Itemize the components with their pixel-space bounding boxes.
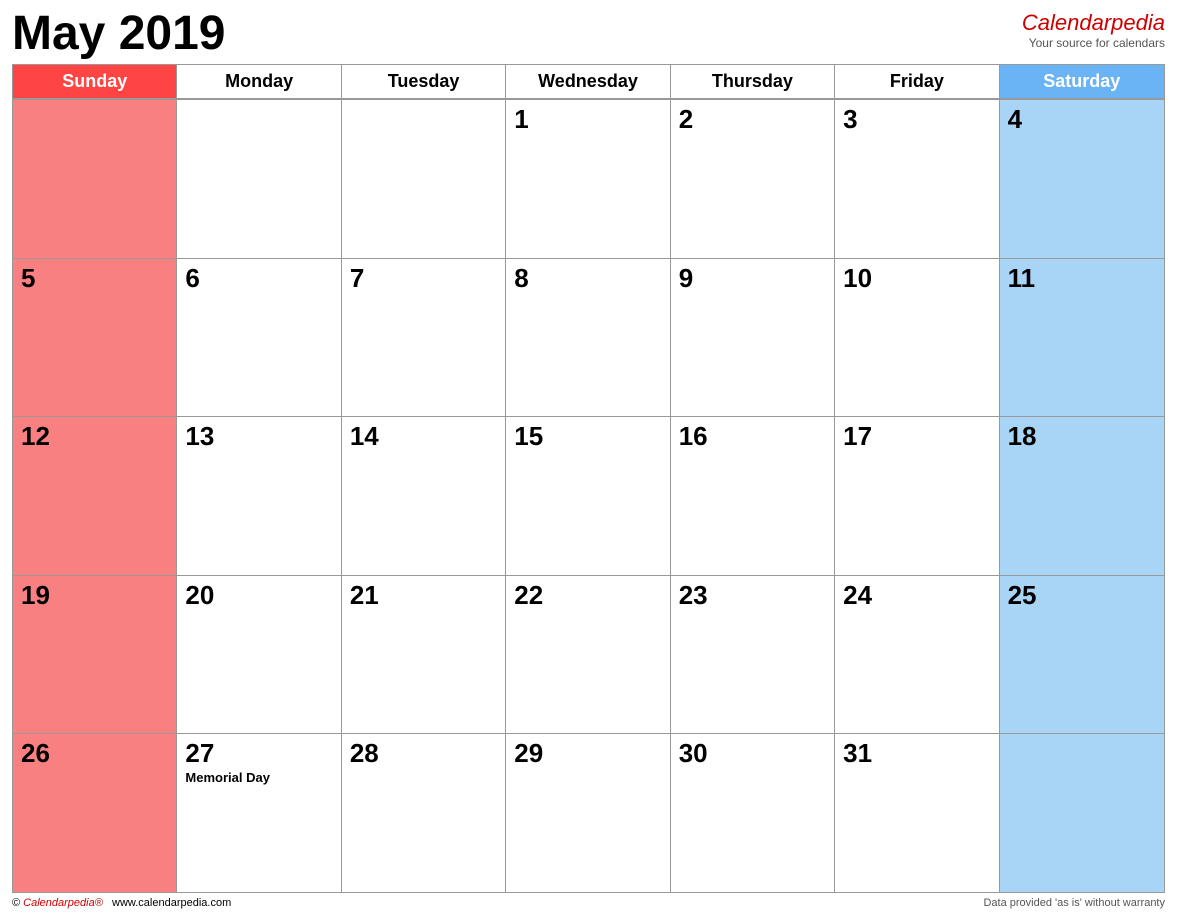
header-wednesday: Wednesday — [506, 65, 670, 98]
brand-name: Calendarpedia — [1022, 10, 1165, 36]
day-cell-2-2[interactable]: 6 — [177, 259, 341, 417]
day-number: 17 — [843, 423, 990, 449]
day-number: 23 — [679, 582, 826, 608]
day-cell-2-1[interactable]: 5 — [13, 259, 177, 417]
footer: © Calendarpedia® www.calendarpedia.com D… — [12, 897, 1165, 909]
day-cell-3-2[interactable]: 13 — [177, 417, 341, 575]
day-cell-3-1[interactable]: 12 — [13, 417, 177, 575]
day-cell-5-1[interactable]: 26 — [13, 734, 177, 892]
day-number: 9 — [679, 265, 826, 291]
calendar: Sunday Monday Tuesday Wednesday Thursday… — [12, 64, 1165, 893]
day-number: 20 — [185, 582, 332, 608]
day-cell-2-4[interactable]: 8 — [506, 259, 670, 417]
day-number: 27 — [185, 740, 332, 766]
day-number: 6 — [185, 265, 332, 291]
holiday-label: Memorial Day — [185, 770, 332, 785]
day-cell-1-3[interactable] — [342, 100, 506, 258]
day-number: 8 — [514, 265, 661, 291]
brand-name-regular: Calendar — [1022, 10, 1111, 35]
day-cell-2-7[interactable]: 11 — [1000, 259, 1164, 417]
day-number: 30 — [679, 740, 826, 766]
calendar-row-1: 1234 — [13, 100, 1164, 259]
header-sunday: Sunday — [13, 65, 177, 98]
day-number: 4 — [1008, 106, 1156, 132]
day-number: 5 — [21, 265, 168, 291]
day-number: 10 — [843, 265, 990, 291]
day-cell-5-4[interactable]: 29 — [506, 734, 670, 892]
day-cell-5-5[interactable]: 30 — [671, 734, 835, 892]
header-tuesday: Tuesday — [342, 65, 506, 98]
day-cell-4-2[interactable]: 20 — [177, 576, 341, 734]
day-cell-3-5[interactable]: 16 — [671, 417, 835, 575]
brand: Calendarpedia Your source for calendars — [1022, 10, 1165, 51]
day-number: 3 — [843, 106, 990, 132]
brand-tagline: Your source for calendars — [1022, 36, 1165, 50]
day-number: 13 — [185, 423, 332, 449]
day-number: 28 — [350, 740, 497, 766]
day-headers: Sunday Monday Tuesday Wednesday Thursday… — [13, 65, 1164, 100]
day-number: 14 — [350, 423, 497, 449]
day-number: 21 — [350, 582, 497, 608]
day-cell-1-2[interactable] — [177, 100, 341, 258]
day-cell-3-7[interactable]: 18 — [1000, 417, 1164, 575]
day-number: 22 — [514, 582, 661, 608]
header-friday: Friday — [835, 65, 999, 98]
day-number: 29 — [514, 740, 661, 766]
day-cell-1-7[interactable]: 4 — [1000, 100, 1164, 258]
day-number: 25 — [1008, 582, 1156, 608]
day-cell-1-6[interactable]: 3 — [835, 100, 999, 258]
day-cell-1-5[interactable]: 2 — [671, 100, 835, 258]
calendar-row-2: 56789 10 11 — [13, 259, 1164, 418]
calendar-row-5: 26 27 Memorial Day 28 29 30 31 — [13, 734, 1164, 892]
day-number: 1 — [514, 106, 661, 132]
day-cell-2-6[interactable]: 10 — [835, 259, 999, 417]
header-monday: Monday — [177, 65, 341, 98]
day-cell-2-3[interactable]: 7 — [342, 259, 506, 417]
brand-name-italic: pedia — [1111, 10, 1165, 35]
day-cell-1-4[interactable]: 1 — [506, 100, 670, 258]
calendar-page: May 2019 Calendarpedia Your source for c… — [0, 0, 1177, 917]
day-cell-4-4[interactable]: 22 — [506, 576, 670, 734]
day-cell-5-7[interactable] — [1000, 734, 1164, 892]
day-cell-3-4[interactable]: 15 — [506, 417, 670, 575]
day-number: 24 — [843, 582, 990, 608]
month-title: May 2019 — [12, 10, 226, 58]
day-cell-4-3[interactable]: 21 — [342, 576, 506, 734]
day-cell-3-6[interactable]: 17 — [835, 417, 999, 575]
day-number: 15 — [514, 423, 661, 449]
calendar-row-3: 12 13 14 15 16 17 18 — [13, 417, 1164, 576]
day-cell-5-2[interactable]: 27 Memorial Day — [177, 734, 341, 892]
day-number: 31 — [843, 740, 990, 766]
day-number: 16 — [679, 423, 826, 449]
header-saturday: Saturday — [1000, 65, 1164, 98]
day-number: 2 — [679, 106, 826, 132]
day-cell-4-5[interactable]: 23 — [671, 576, 835, 734]
day-cell-4-7[interactable]: 25 — [1000, 576, 1164, 734]
footer-left: © Calendarpedia® www.calendarpedia.com — [12, 897, 231, 909]
header-thursday: Thursday — [671, 65, 835, 98]
day-number: 19 — [21, 582, 168, 608]
day-number: 12 — [21, 423, 168, 449]
day-cell-1-1[interactable] — [13, 100, 177, 258]
footer-copyright: © Calendarpedia® www.calendarpedia.com — [12, 897, 231, 909]
day-number: 11 — [1008, 265, 1156, 291]
footer-disclaimer: Data provided 'as is' without warranty — [983, 897, 1165, 909]
calendar-row-4: 19 20 21 22 23 24 25 — [13, 576, 1164, 735]
day-cell-4-6[interactable]: 24 — [835, 576, 999, 734]
day-cell-5-6[interactable]: 31 — [835, 734, 999, 892]
calendar-grid: 1234567891011121314151617181920212223242… — [13, 100, 1164, 892]
day-cell-2-5[interactable]: 9 — [671, 259, 835, 417]
day-cell-5-3[interactable]: 28 — [342, 734, 506, 892]
day-cell-3-3[interactable]: 14 — [342, 417, 506, 575]
day-number: 26 — [21, 740, 168, 766]
day-number: 18 — [1008, 423, 1156, 449]
header: May 2019 Calendarpedia Your source for c… — [12, 10, 1165, 58]
day-cell-4-1[interactable]: 19 — [13, 576, 177, 734]
day-number: 7 — [350, 265, 497, 291]
